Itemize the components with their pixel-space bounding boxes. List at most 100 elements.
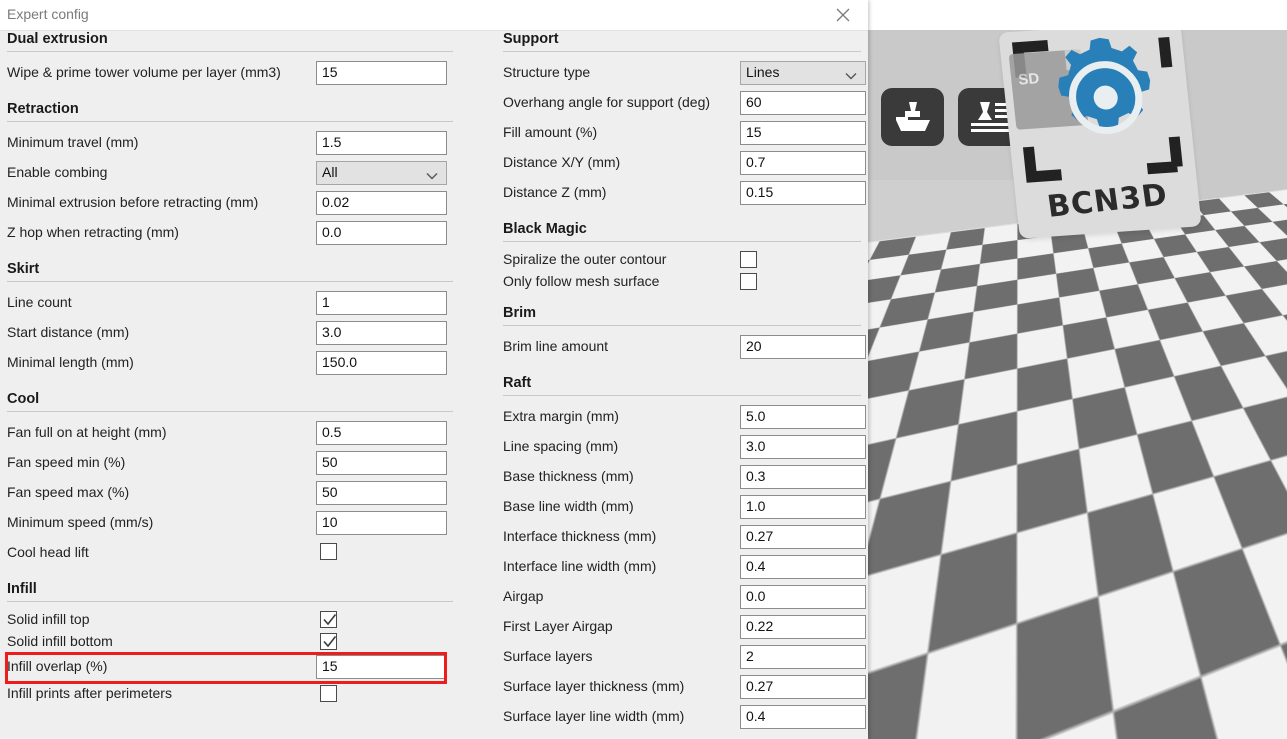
setting-label: Minimum travel (mm) xyxy=(7,134,138,150)
setting-row-line-spacing-mm: Line spacing (mm)3.0 xyxy=(496,433,868,463)
setting-row-minimum-travel-mm: Minimum travel (mm) 1.5 xyxy=(0,129,460,159)
input-fill-amount[interactable]: 15 xyxy=(740,121,866,145)
input-first-layer-airgap[interactable]: 0.22 xyxy=(740,615,866,639)
section-header-cool: Cool xyxy=(0,391,460,408)
input-minimal-extrusion-before-retracting-mm[interactable]: 0.02 xyxy=(316,191,447,215)
section-gap xyxy=(0,282,460,289)
setting-row-start-distance-mm: Start distance (mm)3.0 xyxy=(0,319,460,349)
settings-columns: Dual extrusionWipe & prime tower volume … xyxy=(0,31,868,739)
section-gap xyxy=(496,52,868,59)
input-minimum-speed-mm-s[interactable]: 10 xyxy=(316,511,447,535)
input-z-hop-when-retracting-mm[interactable]: 0.0 xyxy=(316,221,447,245)
close-icon[interactable] xyxy=(823,0,863,30)
section-header-infill: Infill xyxy=(0,581,460,598)
input-brim-line-amount[interactable]: 20 xyxy=(740,335,866,359)
checkbox-solid-infill-bottom[interactable] xyxy=(320,633,337,650)
select-enable-combing[interactable]: All xyxy=(316,161,447,185)
setting-row-distance-z-mm: Distance Z (mm)0.15 xyxy=(496,179,868,209)
setting-row-fan-full-on-at-height-mm: Fan full on at height (mm)0.5 xyxy=(0,419,460,449)
setting-row-base-thickness-mm: Base thickness (mm)0.3 xyxy=(496,463,868,493)
input-fan-full-on-at-height-mm[interactable]: 0.5 xyxy=(316,421,447,445)
build-plate[interactable] xyxy=(868,200,1287,739)
setting-label: Line count xyxy=(7,294,72,310)
input-base-line-width-mm[interactable]: 1.0 xyxy=(740,495,866,519)
input-interface-thickness-mm[interactable]: 0.27 xyxy=(740,525,866,549)
setting-row-airgap: Airgap0.0 xyxy=(496,583,868,613)
setting-label: Overhang angle for support (deg) xyxy=(503,94,710,110)
input-minimal-length-mm[interactable]: 150.0 xyxy=(316,351,447,375)
section-spacer xyxy=(0,379,460,391)
setting-row-wipe-prime-tower-volume-per-layer-mm3: Wipe & prime tower volume per layer (mm3… xyxy=(0,59,460,89)
setting-row-infill-prints-after-perimeters: Infill prints after perimeters xyxy=(0,683,460,705)
section-gap xyxy=(496,326,868,333)
section-spacer xyxy=(496,293,868,305)
input-extra-margin-mm[interactable]: 5.0 xyxy=(740,405,866,429)
setting-row-minimal-length-mm: Minimal length (mm) 150.0 xyxy=(0,349,460,379)
section-spacer xyxy=(0,89,460,101)
section-gap xyxy=(0,412,460,419)
input-distance-z-mm[interactable]: 0.15 xyxy=(740,181,866,205)
checkbox-only-follow-mesh-surface[interactable] xyxy=(740,273,757,290)
setting-row-surface-layers: Surface layers2 xyxy=(496,643,868,673)
checkbox-cool-head-lift[interactable] xyxy=(320,543,337,560)
setting-label: Minimal length (mm) xyxy=(7,354,134,370)
viewport-toolbar[interactable] xyxy=(881,88,1021,146)
input-base-thickness-mm[interactable]: 0.3 xyxy=(740,465,866,489)
input-airgap[interactable]: 0.0 xyxy=(740,585,866,609)
input-interface-line-width-mm[interactable]: 0.4 xyxy=(740,555,866,579)
section-header-skirt: Skirt xyxy=(0,261,460,278)
right-settings-column: SupportStructure typeLinesOverhang angle… xyxy=(496,31,868,739)
setting-row-interface-line-width-mm: Interface line width (mm) 0.4 xyxy=(496,553,868,583)
setting-row-enable-combing: Enable combingAll xyxy=(0,159,460,189)
dialog-titlebar[interactable]: Expert config xyxy=(0,0,868,31)
input-minimum-travel-mm[interactable]: 1.5 xyxy=(316,131,447,155)
section-gap xyxy=(0,122,460,129)
chevron-down-icon xyxy=(426,167,438,183)
viewport-scene[interactable]: SD BCN3D xyxy=(868,30,1287,739)
input-infill-overlap[interactable]: 15 xyxy=(316,655,447,679)
setting-label: Spiralize the outer contour xyxy=(503,251,666,267)
setting-label: Base line width (mm) xyxy=(503,498,634,514)
select-value: All xyxy=(322,164,338,180)
input-fan-speed-max[interactable]: 50 xyxy=(316,481,447,505)
input-line-count[interactable]: 1 xyxy=(316,291,447,315)
setting-label: Infill overlap (%) xyxy=(7,658,107,674)
checkbox-spiralize-the-outer-contour[interactable] xyxy=(740,251,757,268)
setting-label: Z hop when retracting (mm) xyxy=(7,224,179,240)
select-structure-type[interactable]: Lines xyxy=(740,61,866,85)
setting-row-line-count: Line count 1 xyxy=(0,289,460,319)
input-start-distance-mm[interactable]: 3.0 xyxy=(316,321,447,345)
input-fan-speed-min[interactable]: 50 xyxy=(316,451,447,475)
input-surface-layers[interactable]: 2 xyxy=(740,645,866,669)
section-gap xyxy=(0,602,460,609)
section-spacer xyxy=(496,209,868,221)
setting-row-brim-line-amount: Brim line amount20 xyxy=(496,333,868,363)
select-value: Lines xyxy=(746,64,779,80)
section-gap xyxy=(496,396,868,403)
setting-row-infill-overlap: Infill overlap (%) 15 xyxy=(0,653,460,683)
input-overhang-angle-for-support-deg[interactable]: 60 xyxy=(740,91,866,115)
setting-label: Minimal extrusion before retracting (mm) xyxy=(7,194,258,210)
setting-row-base-line-width-mm: Base line width (mm) 1.0 xyxy=(496,493,868,523)
input-surface-layer-line-width-mm[interactable]: 0.4 xyxy=(740,705,866,729)
setting-row-structure-type: Structure typeLines xyxy=(496,59,868,89)
input-line-spacing-mm[interactable]: 3.0 xyxy=(740,435,866,459)
input-distance-x-y-mm[interactable]: 0.7 xyxy=(740,151,866,175)
checkbox-infill-prints-after-perimeters[interactable] xyxy=(320,685,337,702)
gear-icon xyxy=(1035,30,1176,166)
setting-row-z-hop-when-retracting-mm: Z hop when retracting (mm) 0.0 xyxy=(0,219,460,249)
setting-label: Interface line width (mm) xyxy=(503,558,656,574)
setting-row-first-layer-airgap: First Layer Airgap0.22 xyxy=(496,613,868,643)
input-wipe-prime-tower-volume-per-layer-mm3[interactable]: 15 xyxy=(316,61,447,85)
load-model-icon[interactable] xyxy=(881,88,944,146)
setting-label: Solid infill bottom xyxy=(7,633,113,649)
checkbox-solid-infill-top[interactable] xyxy=(320,611,337,628)
input-surface-layer-thickness-mm[interactable]: 0.27 xyxy=(740,675,866,699)
setting-row-fill-amount: Fill amount (%)15 xyxy=(496,119,868,149)
bcn3d-logo-card: SD BCN3D xyxy=(998,30,1201,239)
setting-row-overhang-angle-for-support-deg: Overhang angle for support (deg) 60 xyxy=(496,89,868,119)
section-gap xyxy=(496,242,868,249)
setting-label: Interface thickness (mm) xyxy=(503,528,656,544)
setting-label: Fan speed max (%) xyxy=(7,484,129,500)
expert-config-dialog[interactable]: Expert config Dual extrusionWipe & prime… xyxy=(0,0,868,739)
